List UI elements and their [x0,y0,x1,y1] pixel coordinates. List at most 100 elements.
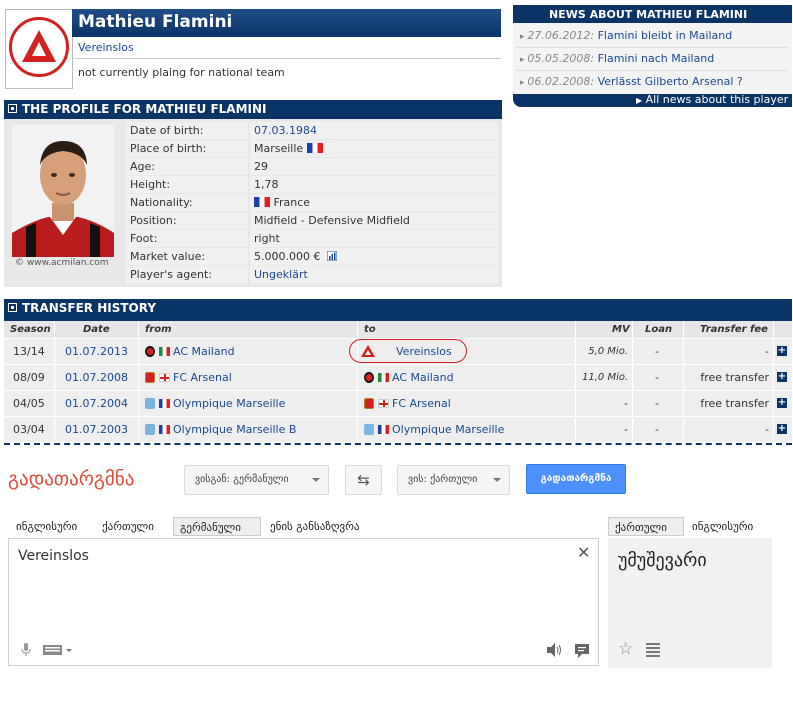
all-news-link[interactable]: ▶ All news about this player [636,93,788,106]
france-flag-icon [254,197,270,207]
cell-fee: free transfer [684,391,773,416]
expand-row-button[interactable]: + [777,372,787,382]
cell-from: Olympique Marseille B [139,417,357,442]
translate-title: გადათარგმნა [8,468,135,490]
italy-flag-icon [377,373,389,382]
profile-row: Height: 1,78 [126,176,498,194]
agent-link[interactable]: Ungeklärt [250,266,498,283]
transfer-header: TRANSFER HISTORY [4,299,792,318]
source-tab-active[interactable]: გერმანული [173,517,261,536]
microphone-icon[interactable] [21,643,31,660]
profile-label: Player's agent: [126,266,248,283]
profile-value: 29 [250,158,498,175]
france-flag-icon [306,143,323,153]
cell-mv: 5,0 Mio. [576,339,632,364]
expand-row-button[interactable]: + [777,346,787,356]
profile-value: 1,78 [250,176,498,193]
national-team-status: not currently plaing for national team [78,66,285,79]
france-flag-icon [158,399,170,408]
table-bottom-border [4,443,792,447]
profile-value: Midfield - Defensive Midfield [250,212,498,229]
ac-milan-crest-icon [145,346,155,357]
col-to: to [358,321,575,338]
profile-label: Date of birth: [126,122,248,139]
source-tab[interactable]: ქართული [96,517,160,536]
cell-season: 08/09 [4,365,54,390]
cell-loan: - [633,391,683,416]
profile-value: right [250,230,498,247]
col-mv: MV [576,321,632,338]
star-icon[interactable]: ☆ [618,639,633,659]
arsenal-crest-icon [145,372,155,383]
profile-row: Date of birth: 07.03.1984 [126,122,498,140]
profile-row: Foot: right [126,230,498,248]
list-icon[interactable] [646,643,660,660]
source-tab[interactable]: ენის განსაზღვრა [264,517,365,536]
cell-date[interactable]: 01.07.2008 [55,365,138,390]
source-text: Vereinslos [18,548,89,564]
ac-milan-crest-icon [364,372,374,383]
news-item[interactable]: ▸ 27.06.2012: Flamini bleibt in Mailand [520,25,790,47]
cell-from: AC Mailand [139,339,357,364]
translate-button[interactable]: გადათარგმნა [526,464,626,494]
player-name-bar: Mathieu Flamini [72,9,501,37]
result-text: უმუშევარი [618,550,707,571]
source-tab[interactable]: ინგლისური [10,517,83,536]
col-date: Date [55,321,138,338]
target-tab-active[interactable]: ქართული [608,517,684,536]
table-row: 08/09 01.07.2008 FC Arsenal AC Mailand 1… [4,365,792,390]
birth-date-link[interactable]: 07.03.1984 [250,122,498,139]
cell-loan: - [633,339,683,364]
col-from: from [139,321,357,338]
player-club-row: Vereinslos [72,38,501,59]
cell-fee: - [684,417,773,442]
source-language-select[interactable]: ვისგან: გერმანული [184,465,329,495]
col-fee: Transfer fee [684,321,773,338]
player-photo [12,125,114,257]
marseille-crest-icon [145,398,155,409]
profile-label: Place of birth: [126,140,248,157]
feedback-icon[interactable] [575,644,589,661]
france-flag-icon [158,425,170,434]
profile-row: Player's agent: Ungeklärt [126,266,498,284]
cell-date[interactable]: 01.07.2004 [55,391,138,416]
profile-label: Nationality: [126,194,248,211]
marseille-crest-icon [364,424,374,435]
cell-fee: - [684,339,773,364]
profile-label: Position: [126,212,248,229]
cell-date[interactable]: 01.07.2013 [55,339,138,364]
swap-languages-button[interactable]: ⇆ [345,465,382,495]
table-row: 04/05 01.07.2004 Olympique Marseille FC … [4,391,792,416]
target-tab[interactable]: ინგლისური [686,517,759,536]
swap-icon: ⇆ [357,471,370,489]
cell-fee: free transfer [684,365,773,390]
profile-row: Age: 29 [126,158,498,176]
profile-label: Height: [126,176,248,193]
cell-date[interactable]: 01.07.2003 [55,417,138,442]
cell-mv: - [576,417,632,442]
profile-label: Market value: [126,248,248,265]
table-row: 03/04 01.07.2003 Olympique Marseille B O… [4,417,792,442]
profile-value: Marseille [250,140,498,157]
keyboard-icon[interactable] [43,645,73,658]
box-icon [8,104,17,113]
cell-mv: 11,0 Mio. [576,365,632,390]
result-panel: უმუშევარი ☆ [608,538,772,668]
source-text-area[interactable]: Vereinslos ✕ [8,538,599,666]
col-season: Season [4,321,54,338]
player-club-link[interactable]: Vereinslos [78,41,134,54]
news-item[interactable]: ▸ 06.02.2008: Verlässt Gilberto Arsenal … [520,71,790,93]
news-title: NEWS ABOUT MATHIEU FLAMINI [549,8,748,21]
chart-icon[interactable] [326,249,338,262]
chevron-down-icon [493,478,501,482]
profile-row: Position: Midfield - Defensive Midfield [126,212,498,230]
target-language-select[interactable]: ვის: ქართული [397,465,510,495]
news-item[interactable]: ▸ 05.05.2008: Flamini nach Mailand [520,48,790,70]
expand-row-button[interactable]: + [777,424,787,434]
clear-icon[interactable]: ✕ [577,543,590,562]
profile-label: Foot: [126,230,248,247]
speaker-icon[interactable] [547,643,563,660]
to-club-highlight[interactable]: Vereinslos [349,339,467,363]
profile-header: THE PROFILE FOR MATHIEU FLAMINI [4,100,502,119]
expand-row-button[interactable]: + [777,398,787,408]
